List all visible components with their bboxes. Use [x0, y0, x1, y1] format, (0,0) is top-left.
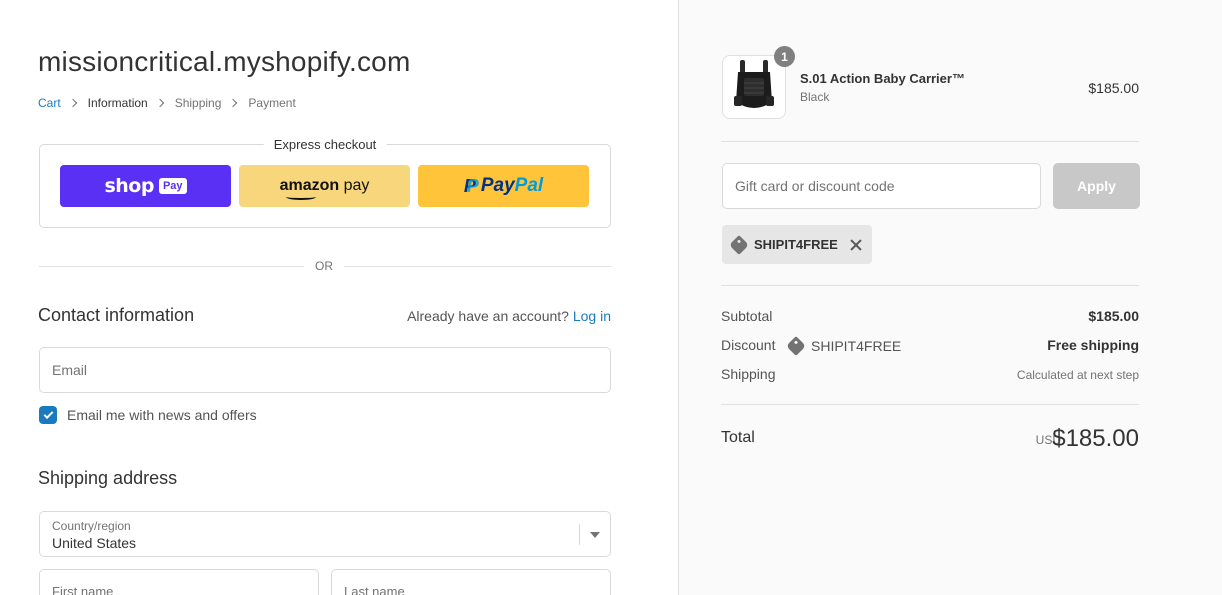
discount-code-display: SHIPIT4FREE	[786, 336, 902, 356]
checkmark-icon	[43, 408, 53, 419]
product-price: $185.00	[1088, 80, 1139, 96]
discount-code-field[interactable]	[722, 163, 1041, 209]
quantity-badge: 1	[774, 46, 795, 67]
amazon-wordmark: amazon	[279, 177, 340, 194]
newsletter-option[interactable]: Email me with news and offers	[39, 406, 257, 424]
express-checkout: Express checkout shop Pay amazon pay PP …	[39, 137, 611, 228]
chevron-right-icon	[229, 98, 238, 108]
discount-code-input[interactable]	[723, 164, 1040, 208]
chevron-down-icon	[590, 532, 600, 538]
account-prompt-text: Already have an account?	[407, 308, 569, 324]
total-label: Total	[721, 429, 755, 446]
product-thumbnail	[722, 55, 786, 119]
select-divider	[579, 524, 580, 545]
paypal-logo: PayPal	[481, 175, 543, 197]
amazon-smile-icon	[285, 194, 316, 200]
email-input[interactable]	[40, 348, 610, 392]
discount-code-text: SHIPIT4FREE	[811, 338, 902, 354]
paypal-word-1: Pay	[480, 175, 515, 196]
tag-icon	[786, 336, 806, 356]
discount-label: Discount	[721, 337, 776, 353]
discount-value: Free shipping	[1047, 337, 1139, 353]
last-name-field[interactable]: Last name	[331, 569, 611, 595]
amazon-pay-word: pay	[343, 177, 370, 194]
shop-pay-logo: shop	[104, 175, 154, 197]
or-divider-label: OR	[304, 259, 344, 273]
breadcrumb: Cart Information Shipping Payment	[38, 96, 296, 110]
shop-pay-button[interactable]: shop Pay	[60, 165, 231, 207]
applied-discount-code: SHIPIT4FREE	[754, 237, 838, 252]
close-icon[interactable]	[850, 239, 862, 251]
email-field[interactable]	[39, 347, 611, 393]
first-name-field[interactable]: First name	[39, 569, 319, 595]
shipping-address-title: Shipping address	[38, 468, 178, 488]
breadcrumb-shipping: Shipping	[174, 96, 222, 110]
first-name-placeholder: First name	[52, 584, 114, 595]
main-panel: missioncritical.myshopify.com Cart Infor…	[0, 0, 678, 595]
country-select-label: Country/region	[52, 519, 131, 533]
last-name-placeholder: Last name	[344, 584, 405, 595]
paypal-p-icon: PP	[463, 175, 479, 196]
shop-pay-badge: Pay	[158, 178, 187, 194]
express-checkout-title: Express checkout	[263, 137, 387, 152]
breadcrumb-information: Information	[87, 96, 148, 110]
paypal-word-2: Pal	[514, 175, 544, 196]
country-select-value: United States	[52, 535, 137, 551]
paypal-button[interactable]: PP PayPal	[418, 165, 589, 207]
newsletter-label: Email me with news and offers	[67, 407, 257, 423]
baby-carrier-image	[734, 60, 774, 108]
amazon-pay-button[interactable]: amazon pay	[239, 165, 410, 207]
contact-information-title: Contact information	[38, 305, 195, 325]
divider	[721, 404, 1139, 405]
divider	[721, 285, 1139, 286]
amazon-pay-logo: amazon pay	[279, 177, 370, 200]
shipping-value: Calculated at next step	[1016, 368, 1139, 382]
chevron-right-icon	[68, 98, 77, 108]
order-summary: 1 S.01 Action Baby Carrier™ Black $185.0…	[678, 0, 1222, 595]
account-prompt: Already have an account? Log in	[407, 308, 611, 324]
breadcrumb-cart[interactable]: Cart	[38, 96, 61, 110]
subtotal-value: $185.00	[1088, 308, 1139, 324]
applied-discount-tag: SHIPIT4FREE	[722, 225, 872, 264]
login-link[interactable]: Log in	[573, 308, 611, 324]
country-select[interactable]: Country/region United States	[39, 511, 611, 557]
apply-button[interactable]: Apply	[1053, 163, 1140, 209]
breadcrumb-payment: Payment	[248, 96, 296, 110]
tag-icon	[729, 234, 749, 255]
product-name: S.01 Action Baby Carrier™	[800, 71, 965, 86]
divider	[721, 141, 1139, 142]
product-variant: Black	[800, 90, 830, 104]
shipping-label: Shipping	[721, 366, 776, 382]
chevron-right-icon	[155, 98, 164, 108]
subtotal-label: Subtotal	[721, 308, 773, 324]
shop-title[interactable]: missioncritical.myshopify.com	[38, 46, 410, 78]
newsletter-checkbox[interactable]	[39, 406, 57, 424]
total-value: $185.00	[1052, 425, 1139, 452]
